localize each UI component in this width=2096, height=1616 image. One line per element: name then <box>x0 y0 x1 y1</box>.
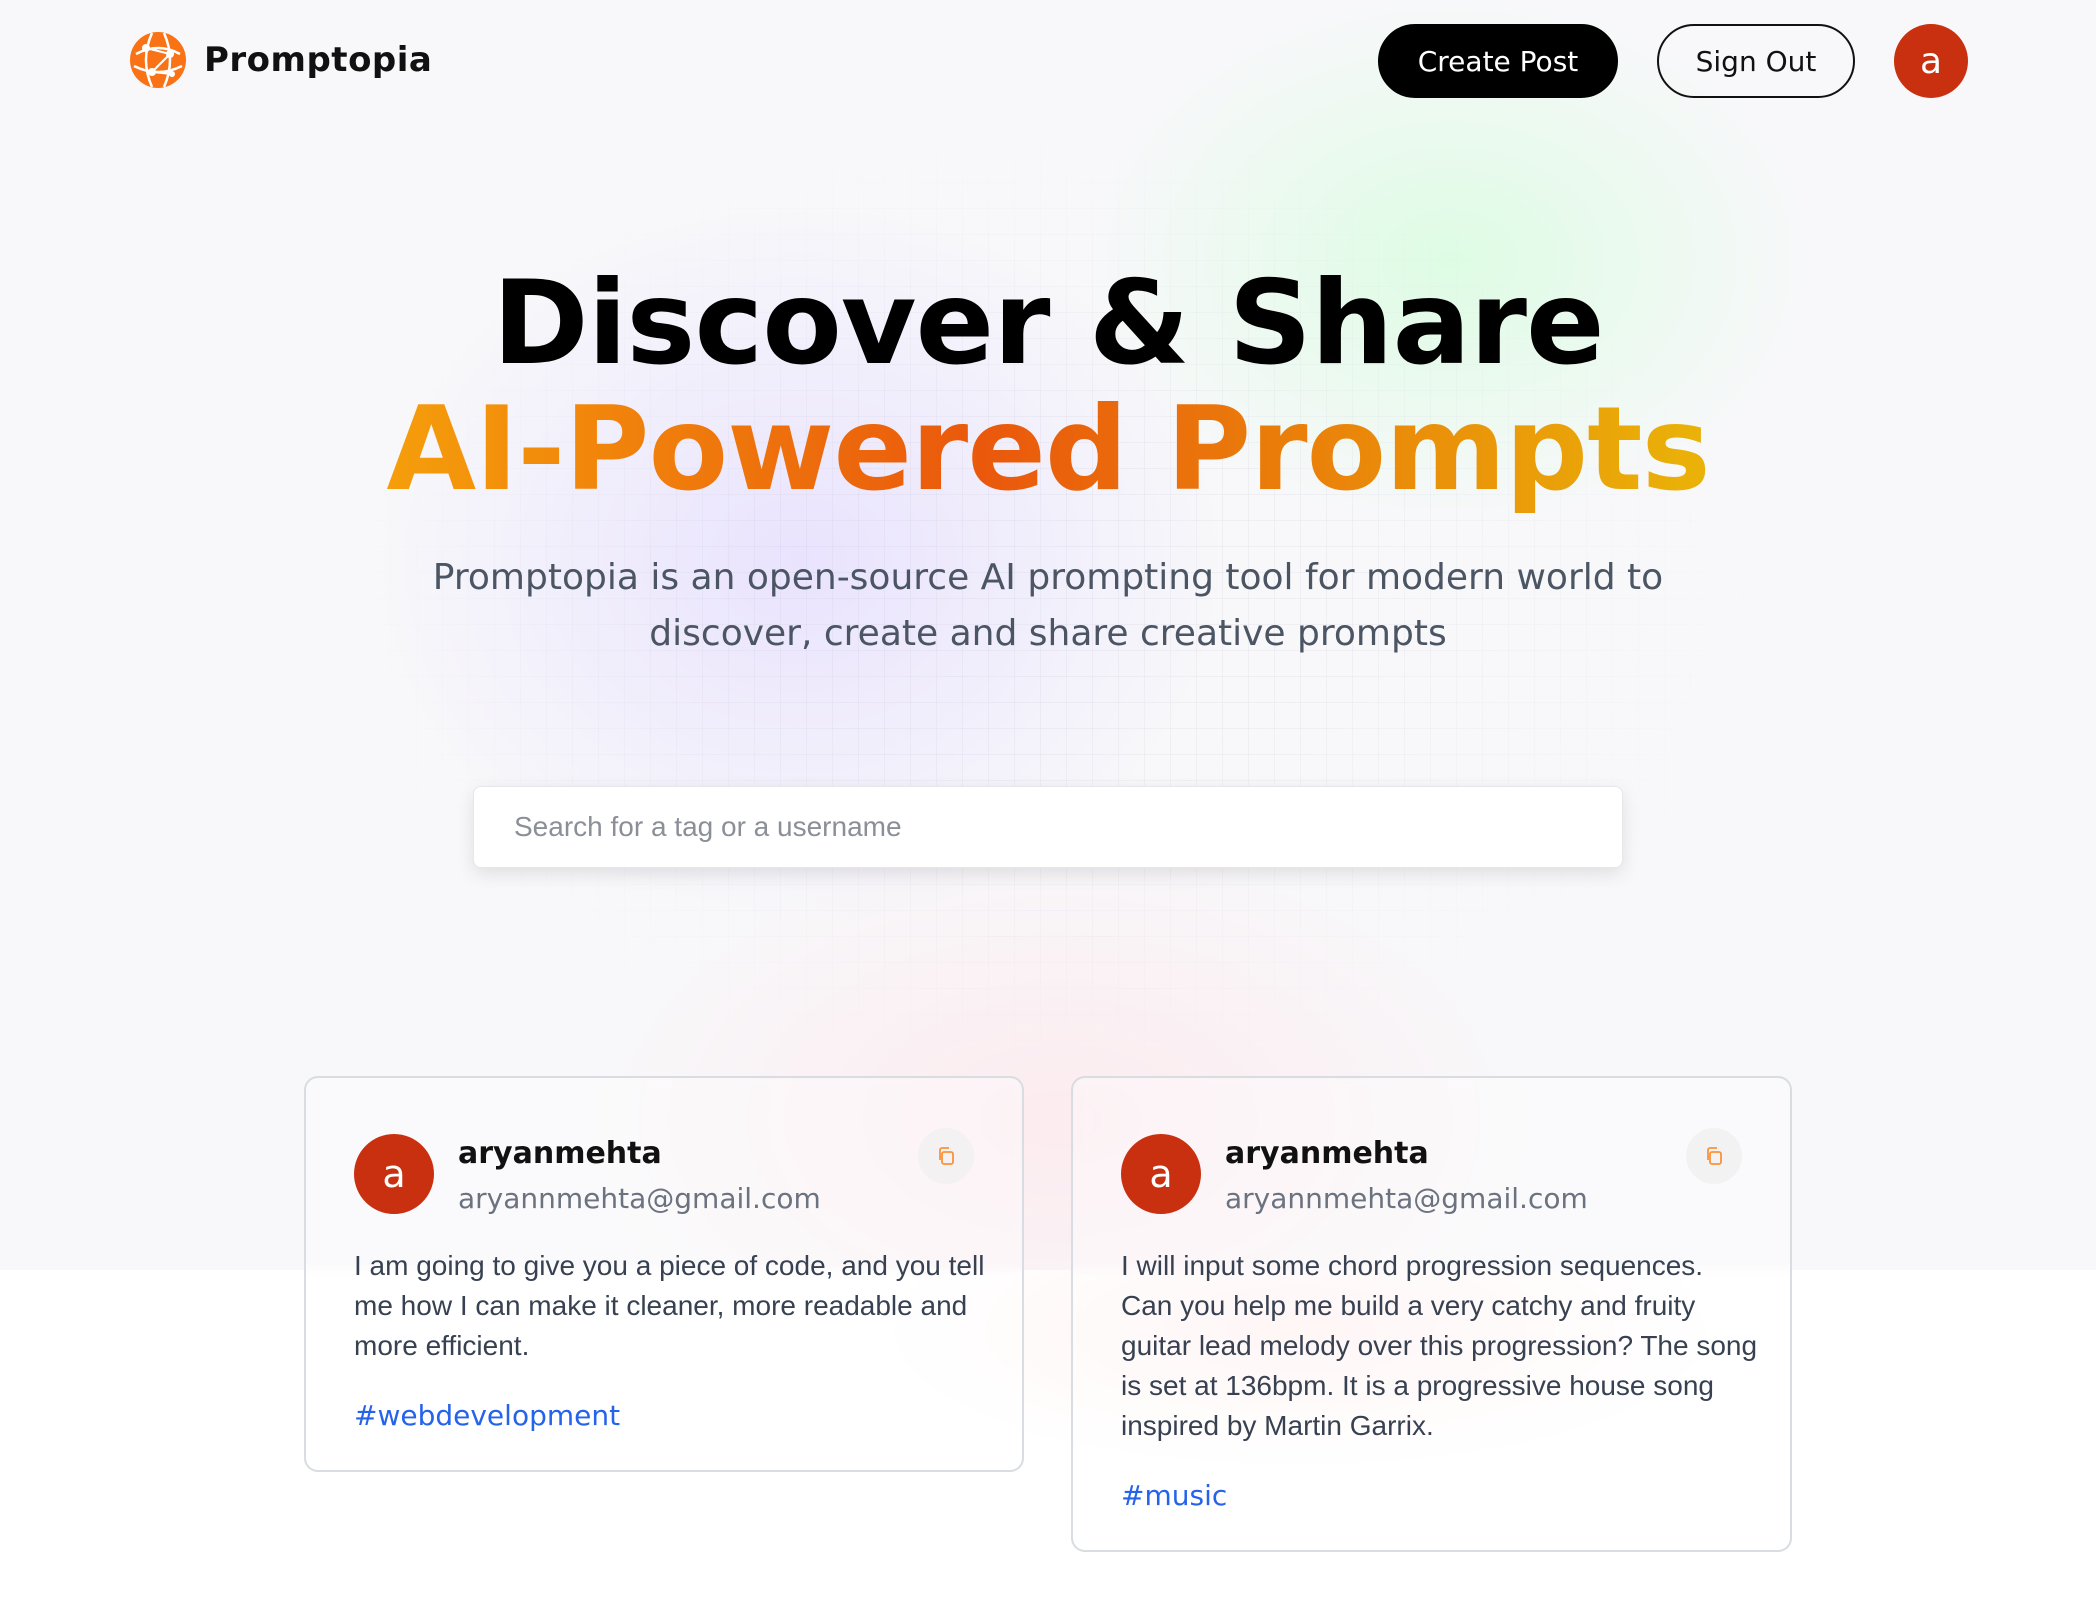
copy-icon <box>1707 1147 1722 1165</box>
profile-avatar-button[interactable]: a <box>1894 24 1968 98</box>
hero-title: Discover & Share <box>492 256 1604 391</box>
hero-subtitle-gradient: AI-Powered Prompts <box>0 388 2096 512</box>
avatar[interactable]: a <box>354 1134 434 1214</box>
card-user-info[interactable]: aryanmehta aryannmehta@gmail.com <box>1225 1134 1588 1222</box>
brand-name: Promptopia <box>204 40 433 80</box>
card-email: aryannmehta@gmail.com <box>458 1182 821 1215</box>
prompt-tag-link[interactable]: #music <box>1121 1476 1227 1516</box>
card-email: aryannmehta@gmail.com <box>1225 1182 1588 1215</box>
copy-button[interactable] <box>1686 1128 1742 1184</box>
card-user-info[interactable]: aryanmehta aryannmehta@gmail.com <box>458 1134 821 1222</box>
globe-logo-icon <box>130 32 186 88</box>
sign-out-button[interactable]: Sign Out <box>1657 24 1855 98</box>
prompt-card: a aryanmehta aryannmehta@gmail.com I wil… <box>1071 1076 1792 1552</box>
prompt-tag-link[interactable]: #webdevelopment <box>354 1396 620 1436</box>
prompt-card: a aryanmehta aryannmehta@gmail.com I am … <box>304 1076 1024 1472</box>
search-input[interactable] <box>473 786 1623 868</box>
card-username: aryanmehta <box>1225 1136 1429 1171</box>
hero-gradient-text: AI-Powered Prompts <box>386 382 1710 517</box>
copy-button[interactable] <box>918 1128 974 1184</box>
avatar[interactable]: a <box>1121 1134 1201 1214</box>
prompt-text: I am going to give you a piece of code, … <box>354 1250 985 1361</box>
card-username: aryanmehta <box>458 1136 662 1171</box>
top-nav: Promptopia Create Post Sign Out a <box>0 0 2096 124</box>
hero-description: Promptopia is an open-source AI promptin… <box>432 557 1664 654</box>
create-post-button[interactable]: Create Post <box>1378 24 1618 98</box>
prompt-text: I will input some chord progression sequ… <box>1121 1250 1758 1441</box>
brand-logo-link[interactable]: Promptopia <box>126 28 432 92</box>
copy-icon <box>939 1147 954 1165</box>
